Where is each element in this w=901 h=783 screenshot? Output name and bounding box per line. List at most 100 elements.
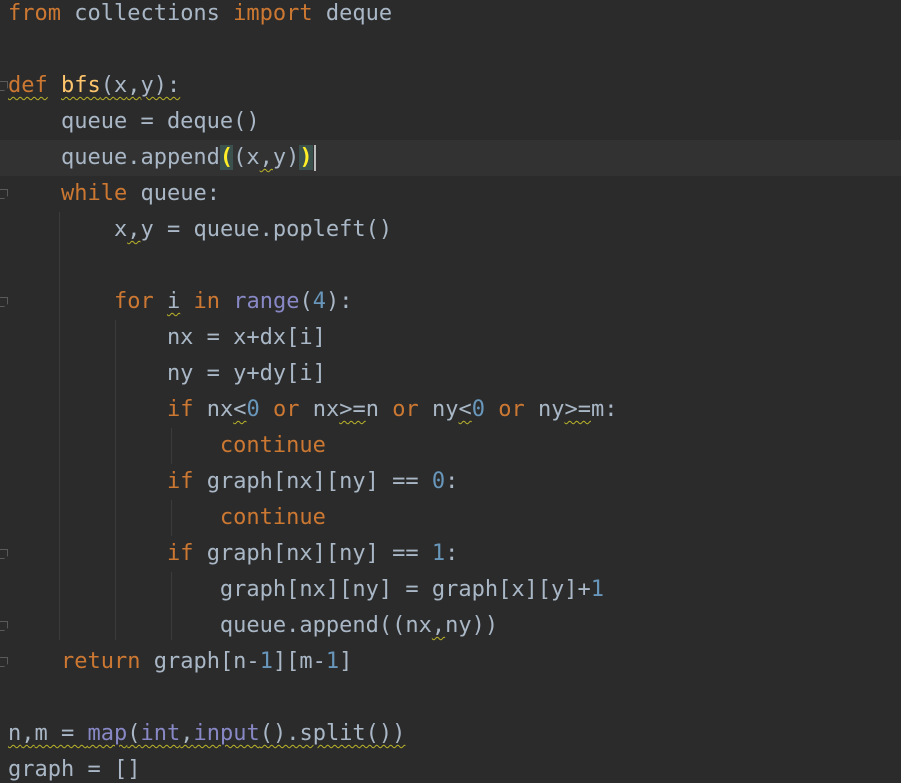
- code-token: n: [8, 721, 22, 746]
- code-line-text[interactable]: graph[nx][ny] = graph[x][y]+1: [8, 572, 604, 608]
- code-token: from: [8, 1, 61, 26]
- code-token: ,: [127, 73, 141, 98]
- code-token: nx: [193, 397, 234, 422]
- code-line-text[interactable]: x,y = queue.popleft(): [8, 212, 392, 248]
- code-line-text[interactable]: while queue:: [8, 176, 220, 212]
- code-token: <: [458, 397, 472, 422]
- code-token: :: [445, 469, 459, 494]
- code-line-text[interactable]: from collections import deque: [8, 0, 392, 32]
- code-token: collections: [60, 1, 234, 26]
- code-line[interactable]: queue.append((nx,ny)): [0, 608, 901, 644]
- code-line[interactable]: graph = []: [0, 752, 901, 783]
- code-token: graph[n-: [140, 649, 260, 674]
- code-token: ny: [524, 397, 565, 422]
- code-line[interactable]: from collections import deque: [0, 0, 901, 32]
- code-line-text[interactable]: if graph[nx][ny] == 1:: [8, 536, 458, 572]
- code-token: ().split()): [259, 721, 406, 746]
- code-token: queue.append: [8, 145, 220, 170]
- fold-marker-icon[interactable]: [0, 621, 8, 631]
- code-token: y):: [140, 73, 181, 98]
- code-token: <: [233, 397, 247, 422]
- code-line[interactable]: queue.append((x,y)): [0, 140, 901, 176]
- fold-marker-icon[interactable]: [0, 549, 8, 559]
- fold-marker-icon[interactable]: [0, 189, 8, 199]
- code-token: ]: [339, 649, 353, 674]
- code-token: 4: [312, 289, 326, 314]
- code-line[interactable]: continue: [0, 500, 901, 536]
- code-line[interactable]: queue = deque(): [0, 104, 901, 140]
- code-line[interactable]: [0, 32, 901, 68]
- code-line-text[interactable]: nx = x+dx[i]: [8, 320, 326, 356]
- code-line-text[interactable]: continue: [8, 500, 326, 536]
- code-line[interactable]: def bfs(x,y):: [0, 68, 901, 104]
- fold-marker-icon[interactable]: [0, 81, 8, 91]
- code-token: ,: [259, 145, 273, 170]
- fold-marker-icon[interactable]: [0, 657, 8, 667]
- code-line[interactable]: graph[nx][ny] = graph[x][y]+1: [0, 572, 901, 608]
- code-line[interactable]: if graph[nx][ny] == 1:: [0, 536, 901, 572]
- code-line[interactable]: n,m = map(int,input().split()): [0, 716, 901, 752]
- code-line[interactable]: ny = y+dy[i]: [0, 356, 901, 392]
- code-line-text[interactable]: queue = deque(): [8, 104, 260, 140]
- code-line[interactable]: if nx<0 or nx>=n or ny<0 or ny>=m:: [0, 392, 901, 428]
- code-token: int: [140, 721, 181, 746]
- code-token: deque: [312, 1, 393, 26]
- code-token: ):: [325, 289, 353, 314]
- code-token: for: [113, 289, 154, 314]
- code-token: while: [60, 181, 128, 206]
- code-line-text[interactable]: def bfs(x,y):: [8, 68, 180, 104]
- code-line-text[interactable]: return graph[n-1][m-1]: [8, 644, 352, 680]
- code-token: 0: [431, 469, 446, 494]
- code-token: queue = deque(): [8, 109, 260, 134]
- code-token: continue: [219, 505, 326, 530]
- fold-marker-icon[interactable]: [0, 297, 8, 307]
- code-line-text[interactable]: n,m = map(int,input().split()): [8, 716, 405, 752]
- code-line-text[interactable]: queue.append((x,y)): [8, 140, 316, 176]
- code-line[interactable]: continue: [0, 428, 901, 464]
- code-line-text[interactable]: if graph[nx][ny] == 0:: [8, 464, 458, 500]
- code-token: (: [219, 145, 234, 170]
- code-token: or: [392, 397, 419, 422]
- code-line[interactable]: while queue:: [0, 176, 901, 212]
- code-line[interactable]: if graph[nx][ny] == 0:: [0, 464, 901, 500]
- code-token: queue:: [127, 181, 220, 206]
- code-token: :: [445, 541, 459, 566]
- code-line[interactable]: [0, 248, 901, 284]
- code-line-text[interactable]: for i in range(4):: [8, 284, 352, 320]
- code-token: >=: [564, 397, 591, 422]
- code-token: m:: [590, 397, 618, 422]
- code-token: m =: [34, 721, 88, 746]
- code-token: map: [87, 721, 128, 746]
- code-editor[interactable]: from collections import deque def bfs(x,y…: [0, 0, 901, 783]
- code-line-text[interactable]: queue.append((nx,ny)): [8, 608, 498, 644]
- code-token: nx: [299, 397, 340, 422]
- code-line[interactable]: for i in range(4):: [0, 284, 901, 320]
- code-token: ,: [21, 721, 35, 746]
- code-line[interactable]: x,y = queue.popleft(): [0, 212, 901, 248]
- code-token: graph[nx][ny] ==: [193, 541, 432, 566]
- code-line[interactable]: [0, 680, 901, 716]
- code-line-text[interactable]: continue: [8, 428, 326, 464]
- code-line-text[interactable]: ny = y+dy[i]: [8, 356, 326, 392]
- code-token: x: [8, 217, 128, 242]
- code-token: graph[nx][ny] ==: [193, 469, 432, 494]
- code-line-text[interactable]: if nx<0 or nx>=n or ny<0 or ny>=m:: [8, 392, 618, 428]
- code-token: (: [299, 289, 313, 314]
- code-token: ny: [418, 397, 459, 422]
- code-line-text[interactable]: graph = []: [8, 752, 140, 783]
- code-token: or: [498, 397, 525, 422]
- code-line[interactable]: nx = x+dx[i]: [0, 320, 901, 356]
- code-token: if: [166, 397, 194, 422]
- code-token: i: [166, 289, 181, 314]
- code-line[interactable]: return graph[n-1][m-1]: [0, 644, 901, 680]
